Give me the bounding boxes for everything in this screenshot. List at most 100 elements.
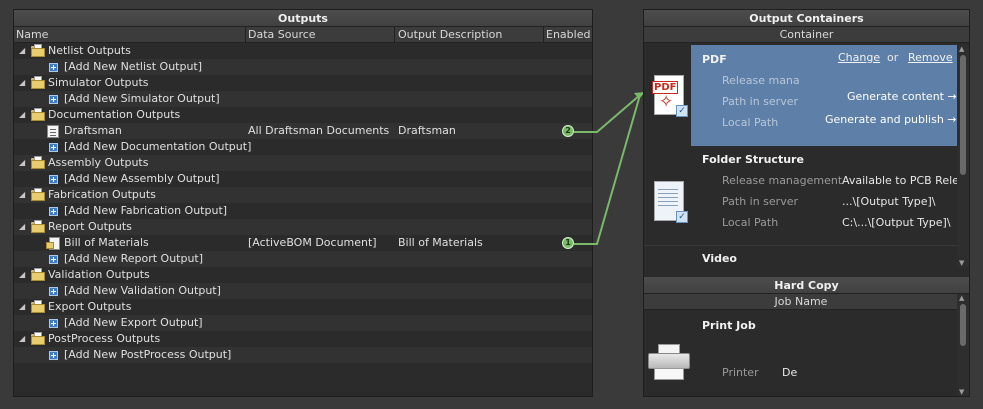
column-separator[interactable] xyxy=(543,27,544,43)
scroll-down-icon[interactable]: ▼ xyxy=(959,388,964,396)
add-icon xyxy=(49,63,58,72)
fs-path-label: Path in server xyxy=(722,195,799,208)
column-output-description[interactable]: Output Description xyxy=(398,28,502,42)
column-data-source[interactable]: Data Source xyxy=(248,28,316,42)
divider xyxy=(644,245,958,246)
output-group-row[interactable]: ◢ Netlist Outputs xyxy=(14,43,592,59)
expand-arrow-icon[interactable]: ◢ xyxy=(19,267,25,283)
enabled-indicator[interactable]: 1 xyxy=(562,237,574,249)
generate-publish-link[interactable]: Generate and publish → xyxy=(825,113,957,126)
folder-icon xyxy=(31,76,45,89)
add-icon xyxy=(49,207,58,216)
scroll-down-icon[interactable]: ▼ xyxy=(959,259,964,267)
expand-arrow-icon[interactable]: ◢ xyxy=(19,299,25,315)
containers-scrollbar[interactable]: ▲ ▼ xyxy=(957,45,969,267)
output-item-data-source: [ActiveBOM Document] xyxy=(248,236,377,249)
output-group-row[interactable]: ◢ Export Outputs xyxy=(14,299,592,315)
generate-content-link[interactable]: Generate content → xyxy=(847,90,957,103)
column-name[interactable]: Name xyxy=(16,28,48,42)
expand-arrow-icon[interactable]: ◢ xyxy=(19,107,25,123)
video-title[interactable]: Video xyxy=(702,252,737,265)
containers-list: PDF ✧ ✓ PDF Change or Remove Release man… xyxy=(644,45,958,266)
output-group-label: Validation Outputs xyxy=(48,268,150,281)
container-column-header[interactable]: Container xyxy=(644,27,969,43)
expand-arrow-icon[interactable]: ◢ xyxy=(19,331,25,347)
add-output-label: [Add New Fabrication Output] xyxy=(64,204,228,217)
folder-icon xyxy=(31,44,45,57)
folder-icon xyxy=(31,300,45,313)
expand-arrow-icon[interactable]: ◢ xyxy=(19,219,25,235)
add-output-row[interactable]: [Add New Netlist Output] xyxy=(14,59,592,75)
expand-arrow-icon[interactable]: ◢ xyxy=(19,43,25,59)
add-output-row[interactable]: [Add New Report Output] xyxy=(14,251,592,267)
draftsman-document-icon xyxy=(47,125,59,138)
printer-icon xyxy=(648,344,690,380)
scroll-thumb[interactable] xyxy=(960,304,966,346)
add-output-row[interactable]: [Add New PostProcess Output] xyxy=(14,347,592,363)
folder-icon xyxy=(31,188,45,201)
pdf-container-card[interactable]: PDF Change or Remove Release mana Path i… xyxy=(691,45,958,146)
add-output-row[interactable]: [Add New Fabrication Output] xyxy=(14,203,592,219)
folder-icon xyxy=(31,332,45,345)
output-group-row[interactable]: ◢ Validation Outputs xyxy=(14,267,592,283)
add-output-label: [Add New Validation Output] xyxy=(64,284,221,297)
fs-release-label: Release management xyxy=(722,174,843,187)
output-item-description: Draftsman xyxy=(398,124,456,137)
column-separator[interactable] xyxy=(394,27,395,43)
scroll-thumb[interactable] xyxy=(960,55,966,175)
output-group-row[interactable]: ◢ Fabrication Outputs xyxy=(14,187,592,203)
outputs-panel: Outputs Name Data Source Output Descript… xyxy=(13,9,593,397)
output-group-label: Fabrication Outputs xyxy=(48,188,156,201)
add-icon xyxy=(49,351,58,360)
scroll-up-icon[interactable]: ▲ xyxy=(959,294,964,302)
print-job-title[interactable]: Print Job xyxy=(702,319,756,332)
fs-path-value: ...\[Output Type]\ xyxy=(842,195,936,208)
output-group-label: PostProcess Outputs xyxy=(48,332,161,345)
expand-arrow-icon[interactable]: ◢ xyxy=(19,155,25,171)
hard-copy-title: Hard Copy xyxy=(644,277,969,294)
add-output-row[interactable]: [Add New Simulator Output] xyxy=(14,91,592,107)
pdf-title: PDF xyxy=(702,53,727,66)
outputs-title: Outputs xyxy=(14,10,592,27)
add-output-row[interactable]: [Add New Documentation Output] xyxy=(14,139,592,155)
expand-arrow-icon[interactable]: ◢ xyxy=(19,75,25,91)
add-output-label: [Add New Netlist Output] xyxy=(64,60,203,73)
folder-icon xyxy=(31,220,45,233)
column-separator[interactable] xyxy=(245,27,246,43)
output-group-row[interactable]: ◢ PostProcess Outputs xyxy=(14,331,592,347)
column-enabled[interactable]: Enabled xyxy=(546,28,590,42)
folder-icon xyxy=(31,156,45,169)
folder-structure-title: Folder Structure xyxy=(702,153,804,166)
fs-release-value: Available to PCB Relea xyxy=(842,174,958,187)
output-group-row[interactable]: ◢ Report Outputs xyxy=(14,219,592,235)
output-item-row[interactable]: Bill of Materials [ActiveBOM Document] Bil… xyxy=(14,235,592,251)
remove-link[interactable]: Remove xyxy=(908,51,953,64)
add-output-row[interactable]: [Add New Validation Output] xyxy=(14,283,592,299)
output-item-data-source: All Draftsman Documents xyxy=(248,124,390,137)
add-output-row[interactable]: [Add New Export Output] xyxy=(14,315,592,331)
folder-structure-card[interactable]: Folder Structure Release management Avai… xyxy=(691,147,958,243)
fs-local-label: Local Path xyxy=(722,216,779,229)
output-item-description: Bill of Materials xyxy=(398,236,483,249)
job-name-column-header[interactable]: Job Name xyxy=(644,294,958,310)
pdf-local-label: Local Path xyxy=(722,116,779,129)
printer-label: Printer xyxy=(722,366,759,379)
pdf-release-label: Release mana xyxy=(722,74,800,87)
scroll-up-icon[interactable]: ▲ xyxy=(959,45,964,53)
output-group-row[interactable]: ◢ Documentation Outputs xyxy=(14,107,592,123)
add-output-row[interactable]: [Add New Assembly Output] xyxy=(14,171,592,187)
enabled-indicator[interactable]: 2 xyxy=(562,125,574,137)
expand-arrow-icon[interactable]: ◢ xyxy=(19,187,25,203)
add-icon xyxy=(49,175,58,184)
output-group-label: Export Outputs xyxy=(48,300,132,313)
add-output-label: [Add New Simulator Output] xyxy=(64,92,220,105)
output-item-row[interactable]: Draftsman All Draftsman Documents Draftsma… xyxy=(14,123,592,139)
add-icon xyxy=(49,319,58,328)
change-link[interactable]: Change xyxy=(838,51,880,64)
output-group-label: Documentation Outputs xyxy=(48,108,181,121)
add-output-label: [Add New Assembly Output] xyxy=(64,172,220,185)
hard-copy-scrollbar[interactable]: ▲ ▼ xyxy=(957,294,969,396)
output-group-row[interactable]: ◢ Simulator Outputs xyxy=(14,75,592,91)
add-icon xyxy=(49,287,58,296)
output-group-row[interactable]: ◢ Assembly Outputs xyxy=(14,155,592,171)
